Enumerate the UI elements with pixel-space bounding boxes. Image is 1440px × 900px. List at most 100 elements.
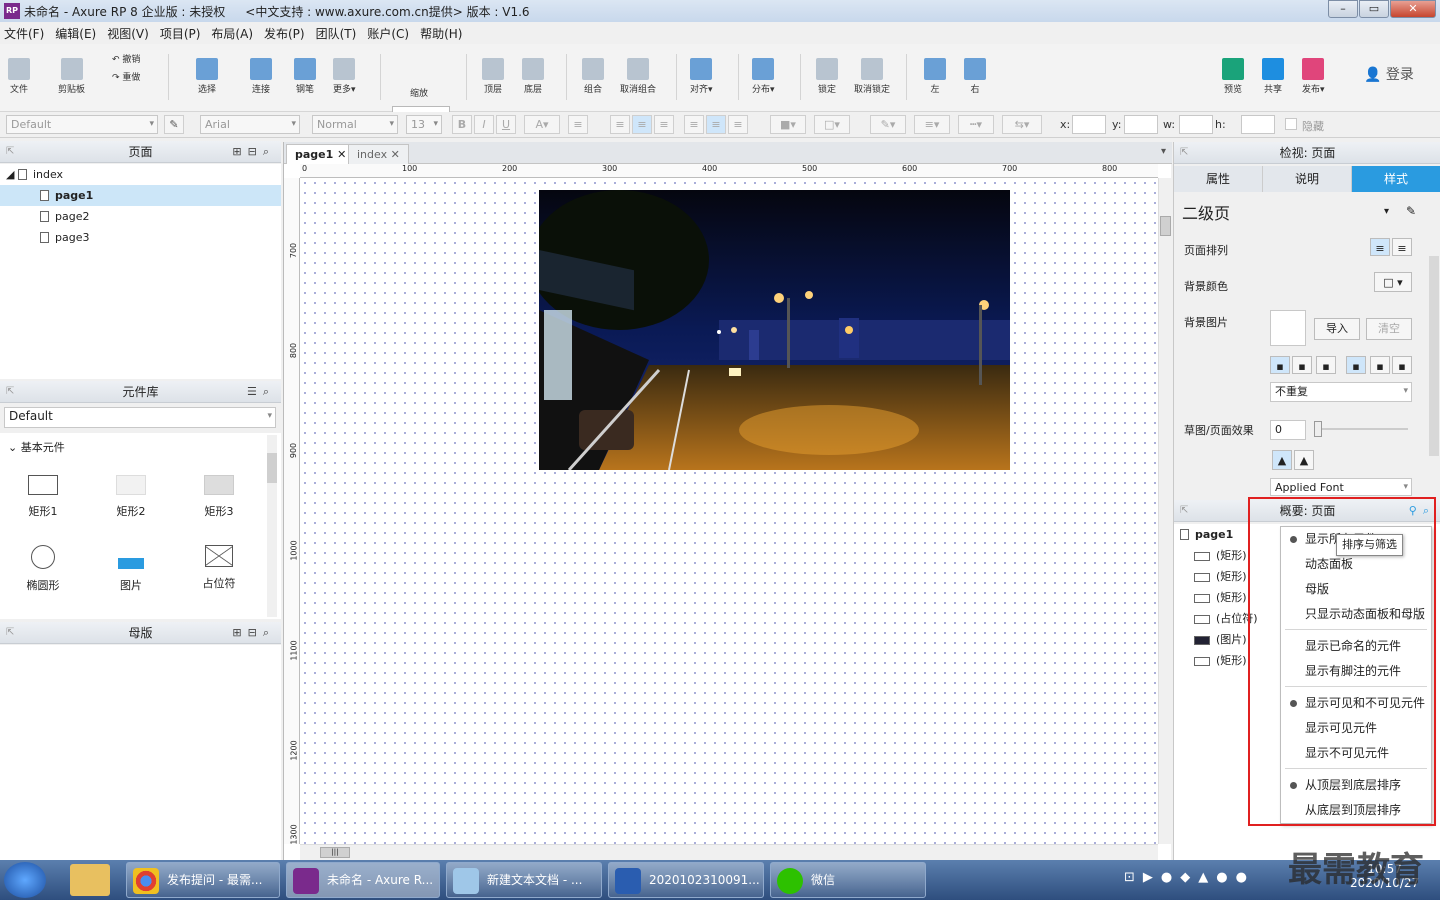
image-widget-night-street[interactable] [539, 190, 1010, 470]
connect-button[interactable]: 连接 [250, 58, 272, 95]
start-button[interactable] [4, 862, 46, 898]
unlock-button[interactable]: 取消锁定 [854, 58, 890, 95]
tree-item-index[interactable]: ◢ index [0, 164, 281, 185]
maximize-button[interactable]: ▭ [1359, 0, 1389, 18]
pages-panel-tools[interactable]: ⊞⊟⌕ [232, 141, 275, 163]
line-style-button[interactable]: ┅▾ [958, 115, 994, 134]
sketch-slider[interactable] [1314, 421, 1408, 437]
menu-publish[interactable]: 发布(P) [264, 25, 305, 42]
font-family-select[interactable]: Applied Font [1270, 478, 1412, 496]
style-edit-icon[interactable]: ✎ [164, 115, 184, 134]
y-input[interactable] [1124, 115, 1158, 134]
inspector-scrollbar[interactable] [1429, 196, 1439, 496]
align-left-button[interactable]: ≡ [610, 115, 630, 134]
explorer-icon[interactable] [70, 864, 110, 896]
tab-index[interactable]: index ✕ [348, 144, 409, 164]
tree-item-page3[interactable]: page3 [0, 227, 281, 248]
taskbar-item-word[interactable]: 2020102310091... [608, 862, 764, 898]
tabs-dropdown-icon[interactable]: ▾ [1161, 146, 1166, 157]
bg-align-3[interactable]: ▪ [1316, 356, 1336, 374]
tree-item-page1[interactable]: page1 [0, 185, 281, 206]
page-align-center-button[interactable]: ≡ [1392, 238, 1412, 256]
taskbar-item-notepad[interactable]: 新建文本文档 - ... [446, 862, 602, 898]
right-button[interactable]: 右 [964, 58, 986, 95]
widget-ellipse[interactable]: 椭圆形 [13, 545, 73, 593]
share-button[interactable]: 共享 [1262, 58, 1284, 95]
tab-properties[interactable]: 属性 [1174, 166, 1263, 192]
left-button[interactable]: 左 [924, 58, 946, 95]
clipboard-button[interactable]: 剪贴板 [58, 58, 85, 95]
bg-valign-1[interactable]: ▪ [1346, 356, 1366, 374]
menu-edit[interactable]: 编辑(E) [55, 25, 96, 42]
tray-icons[interactable]: ⊡▶●◆▲●● [1124, 870, 1284, 890]
shadow-button[interactable]: □▾ [814, 115, 850, 134]
sketch-input[interactable]: 0 [1270, 420, 1306, 440]
menu-account[interactable]: 账户(C) [367, 25, 409, 42]
page-align-left-button[interactable]: ≡ [1370, 238, 1390, 256]
gray-mode-button[interactable]: ▲ [1294, 450, 1314, 470]
bg-image-preview[interactable] [1270, 310, 1306, 346]
canvas-vertical-scrollbar[interactable] [1158, 178, 1172, 844]
h-input[interactable] [1241, 115, 1275, 134]
arrow-style-button[interactable]: ⇆▾ [1002, 115, 1042, 134]
x-input[interactable] [1072, 115, 1106, 134]
italic-button[interactable]: I [474, 115, 494, 134]
library-panel-tools[interactable]: ☰⌕ [247, 381, 275, 403]
design-grid[interactable] [300, 178, 1158, 844]
style-dropdown-icon[interactable]: ▾ [1384, 206, 1389, 217]
library-select[interactable]: Default [4, 407, 276, 428]
underline-button[interactable]: U [496, 115, 516, 134]
list-button[interactable]: ≡ [568, 115, 588, 134]
valign-middle-button[interactable]: ≡ [706, 115, 726, 134]
valign-bottom-button[interactable]: ≡ [728, 115, 748, 134]
menu-project[interactable]: 项目(P) [160, 25, 201, 42]
fill-color-button[interactable]: ■▾ [770, 115, 806, 134]
distribute-button[interactable]: 分布▾ [752, 58, 775, 95]
redo-button[interactable]: ↷ 重做 [112, 70, 140, 83]
group-button[interactable]: 组合 [582, 58, 604, 95]
style-select[interactable]: Default [6, 115, 158, 134]
widget-image[interactable]: 图片 [101, 545, 161, 593]
tab-notes[interactable]: 说明 [1263, 166, 1352, 192]
menu-view[interactable]: 视图(V) [107, 25, 149, 42]
bg-align-2[interactable]: ▪ [1292, 356, 1312, 374]
more-button[interactable]: 更多▾ [333, 58, 356, 95]
widget-rect3[interactable]: 矩形3 [189, 475, 249, 519]
bg-valign-2[interactable]: ▪ [1370, 356, 1390, 374]
taskbar-item-wechat[interactable]: 微信 [770, 862, 926, 898]
menu-team[interactable]: 团队(T) [316, 25, 357, 42]
section-basic[interactable]: ⌄ 基本元件 [8, 439, 65, 455]
masters-panel-tools[interactable]: ⊞⊟⌕ [232, 622, 275, 644]
pin-icon[interactable]: ⇱ [6, 381, 14, 403]
menu-help[interactable]: 帮助(H) [420, 25, 462, 42]
clear-button[interactable]: 清空 [1366, 318, 1412, 340]
library-scrollbar[interactable] [267, 435, 277, 617]
hidden-checkbox[interactable] [1285, 118, 1297, 130]
lock-button[interactable]: 锁定 [816, 58, 838, 95]
color-mode-button[interactable]: ▲ [1272, 450, 1292, 470]
pin-icon[interactable]: ⇱ [6, 141, 14, 163]
publish-button[interactable]: 发布▾ [1302, 58, 1325, 95]
weight-select[interactable]: Normal [312, 115, 398, 134]
tab-page1[interactable]: page1 ✕ [286, 144, 356, 164]
w-input[interactable] [1179, 115, 1213, 134]
ungroup-button[interactable]: 取消组合 [620, 58, 656, 95]
file-button[interactable]: 文件 [8, 58, 30, 95]
font-color-button[interactable]: A▾ [524, 115, 560, 134]
bg-valign-3[interactable]: ▪ [1392, 356, 1412, 374]
pin-icon[interactable]: ⇱ [1180, 500, 1188, 522]
widget-rect2[interactable]: 矩形2 [101, 475, 161, 519]
tab-style[interactable]: 样式 [1352, 166, 1440, 192]
bold-button[interactable]: B [452, 115, 472, 134]
valign-top-button[interactable]: ≡ [684, 115, 704, 134]
taskbar-item-browser[interactable]: 发布提问 - 最需... [126, 862, 280, 898]
taskbar-item-axure[interactable]: 未命名 - Axure R... [286, 862, 440, 898]
canvas-horizontal-scrollbar[interactable]: ||| [300, 844, 1158, 860]
pen-button[interactable]: 钢笔 [294, 58, 316, 95]
import-button[interactable]: 导入 [1314, 318, 1360, 340]
pin-icon[interactable]: ⇱ [6, 622, 14, 644]
size-select[interactable]: 13 [406, 115, 442, 134]
repeat-select[interactable]: 不重复 [1270, 382, 1412, 402]
select-button[interactable]: 选择 [182, 58, 232, 95]
undo-button[interactable]: ↶ 撤销 [112, 52, 140, 65]
